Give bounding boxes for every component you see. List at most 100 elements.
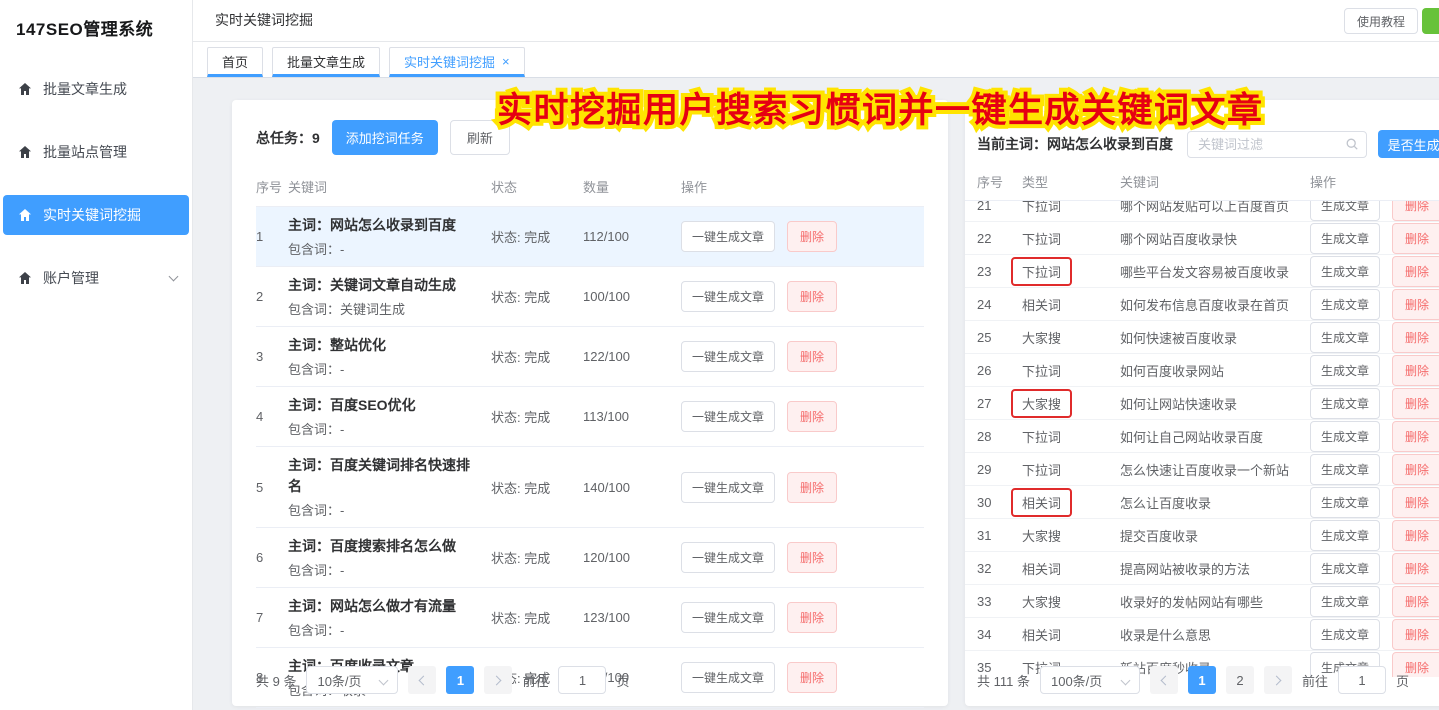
keyword-ops: 生成文章 删除	[1310, 223, 1439, 254]
page-size-select[interactable]: 100条/页	[1040, 666, 1140, 694]
page-button-2[interactable]: 2	[1226, 666, 1254, 694]
task-no: 1	[256, 229, 288, 244]
delete-button[interactable]: 删除	[1392, 201, 1439, 221]
task-row[interactable]: 2 主词：关键词文章自动生成 包含词：关键词生成 状态: 完成 100/100 …	[256, 267, 924, 327]
chevron-right-icon	[1272, 675, 1282, 685]
task-count: 100/100	[583, 289, 681, 304]
task-row[interactable]: 6 主词：百度搜索排名怎么做 包含词：- 状态: 完成 120/100 一键生成…	[256, 528, 924, 588]
keyword-row: 29 下拉词 怎么快速让百度收录一个新站 生成文章 删除	[965, 453, 1439, 486]
generate-article-button[interactable]: 生成文章	[1310, 586, 1380, 617]
generate-article-button[interactable]: 生成文章	[1310, 223, 1380, 254]
prev-page-button[interactable]	[408, 666, 436, 694]
keyword-row: 28 下拉词 如何让自己网站收录百度 生成文章 删除	[965, 420, 1439, 453]
generate-article-button[interactable]: 一键生成文章	[681, 281, 775, 312]
delete-button[interactable]: 删除	[1392, 322, 1439, 353]
delete-button[interactable]: 删除	[1392, 421, 1439, 452]
task-status: 状态: 完成	[491, 548, 583, 567]
pagination-total: 共 9 条	[256, 671, 296, 690]
delete-button[interactable]: 删除	[787, 281, 837, 312]
generate-article-button[interactable]: 生成文章	[1310, 201, 1380, 221]
delete-button[interactable]: 删除	[787, 662, 837, 693]
generate-article-button[interactable]: 一键生成文章	[681, 472, 775, 503]
generate-article-button[interactable]: 一键生成文章	[681, 542, 775, 573]
page-size-select[interactable]: 10条/页	[306, 666, 398, 694]
generate-article-button[interactable]: 一键生成文章	[681, 602, 775, 633]
prev-page-button[interactable]	[1150, 666, 1178, 694]
sidebar-item-site-management[interactable]: 批量站点管理	[3, 132, 189, 172]
generate-article-button[interactable]: 一键生成文章	[681, 341, 775, 372]
delete-button[interactable]: 删除	[1392, 289, 1439, 320]
goto-label: 前往	[1302, 671, 1328, 690]
chevron-left-icon	[1161, 675, 1171, 685]
keyword-type: 相关词	[1022, 559, 1061, 578]
task-no: 4	[256, 409, 288, 424]
task-row[interactable]: 4 主词：百度SEO优化 包含词：- 状态: 完成 113/100 一键生成文章…	[256, 387, 924, 447]
page-button-1[interactable]: 1	[1188, 666, 1216, 694]
delete-button[interactable]: 删除	[787, 221, 837, 252]
sidebar-item-account-management[interactable]: 账户管理	[3, 258, 189, 298]
task-row[interactable]: 3 主词：整站优化 包含词：- 状态: 完成 122/100 一键生成文章 删除	[256, 327, 924, 387]
task-row[interactable]: 1 主词：网站怎么收录到百度 包含词：- 状态: 完成 112/100 一键生成…	[256, 207, 924, 267]
green-action-button-clipped[interactable]	[1422, 8, 1439, 34]
keyword-no: 34	[977, 627, 1022, 642]
keyword-text: 如何让网站快速收录	[1120, 394, 1310, 413]
generate-all-button[interactable]: 是否生成	[1378, 130, 1439, 158]
next-page-button[interactable]	[1264, 666, 1292, 694]
keyword-type: 下拉词	[1011, 257, 1072, 286]
task-row[interactable]: 5 主词：百度关键词排名快速排名 包含词：- 状态: 完成 140/100 一键…	[256, 447, 924, 528]
generate-article-button[interactable]: 一键生成文章	[681, 221, 775, 252]
task-row[interactable]: 7 主词：网站怎么做才有流量 包含词：- 状态: 完成 123/100 一键生成…	[256, 588, 924, 648]
sidebar-item-article-generation[interactable]: 批量文章生成	[3, 69, 189, 109]
tab-home[interactable]: 首页	[207, 47, 263, 77]
sidebar-item-keyword-mining[interactable]: 实时关键词挖掘	[3, 195, 189, 235]
generate-article-button[interactable]: 生成文章	[1310, 256, 1380, 287]
generate-article-button[interactable]: 一键生成文章	[681, 401, 775, 432]
generate-article-button[interactable]: 生成文章	[1310, 454, 1380, 485]
keyword-text: 如何快速被百度收录	[1120, 328, 1310, 347]
delete-button[interactable]: 删除	[1392, 619, 1439, 650]
keyword-filter-input[interactable]	[1187, 131, 1367, 158]
tab-close-icon[interactable]	[502, 55, 510, 68]
generate-article-button[interactable]: 生成文章	[1310, 553, 1380, 584]
delete-button[interactable]: 删除	[1392, 520, 1439, 551]
delete-button[interactable]: 删除	[1392, 388, 1439, 419]
delete-button[interactable]: 删除	[1392, 487, 1439, 518]
generate-article-button[interactable]: 生成文章	[1310, 619, 1380, 650]
delete-button[interactable]: 删除	[1392, 256, 1439, 287]
generate-article-button[interactable]: 生成文章	[1310, 355, 1380, 386]
keyword-type: 下拉词	[1022, 427, 1061, 446]
delete-button[interactable]: 删除	[787, 542, 837, 573]
chevron-left-icon	[419, 675, 429, 685]
delete-button[interactable]: 删除	[1392, 586, 1439, 617]
generate-article-button[interactable]: 生成文章	[1310, 388, 1380, 419]
goto-page-input[interactable]	[1338, 666, 1386, 694]
task-count: 123/100	[583, 610, 681, 625]
goto-page-input[interactable]	[558, 666, 606, 694]
delete-button[interactable]: 删除	[1392, 454, 1439, 485]
generate-article-button[interactable]: 生成文章	[1310, 421, 1380, 452]
generate-article-button[interactable]: 生成文章	[1310, 520, 1380, 551]
refresh-button[interactable]: 刷新	[450, 120, 510, 155]
generate-article-button[interactable]: 生成文章	[1310, 289, 1380, 320]
tab-article-generation[interactable]: 批量文章生成	[272, 47, 380, 77]
delete-button[interactable]: 删除	[1392, 553, 1439, 584]
next-page-button[interactable]	[484, 666, 512, 694]
keyword-type: 大家搜	[1022, 328, 1061, 347]
tutorial-button[interactable]: 使用教程	[1344, 8, 1418, 34]
generate-article-button[interactable]: 生成文章	[1310, 487, 1380, 518]
generate-article-button[interactable]: 一键生成文章	[681, 662, 775, 693]
tab-keyword-mining[interactable]: 实时关键词挖掘	[389, 47, 525, 77]
delete-button[interactable]: 删除	[1392, 355, 1439, 386]
delete-button[interactable]: 删除	[787, 472, 837, 503]
page-button-1[interactable]: 1	[446, 666, 474, 694]
page-size-value: 100条/页	[1051, 671, 1102, 690]
delete-button[interactable]: 删除	[787, 341, 837, 372]
delete-button[interactable]: 删除	[1392, 223, 1439, 254]
generate-article-button[interactable]: 生成文章	[1310, 322, 1380, 353]
task-main-keyword: 主词：网站怎么收录到百度	[288, 215, 491, 236]
tab-label: 批量文章生成	[287, 52, 365, 71]
keyword-type: 下拉词	[1022, 361, 1061, 380]
delete-button[interactable]: 删除	[787, 401, 837, 432]
add-task-button[interactable]: 添加挖词任务	[332, 120, 438, 155]
delete-button[interactable]: 删除	[787, 602, 837, 633]
